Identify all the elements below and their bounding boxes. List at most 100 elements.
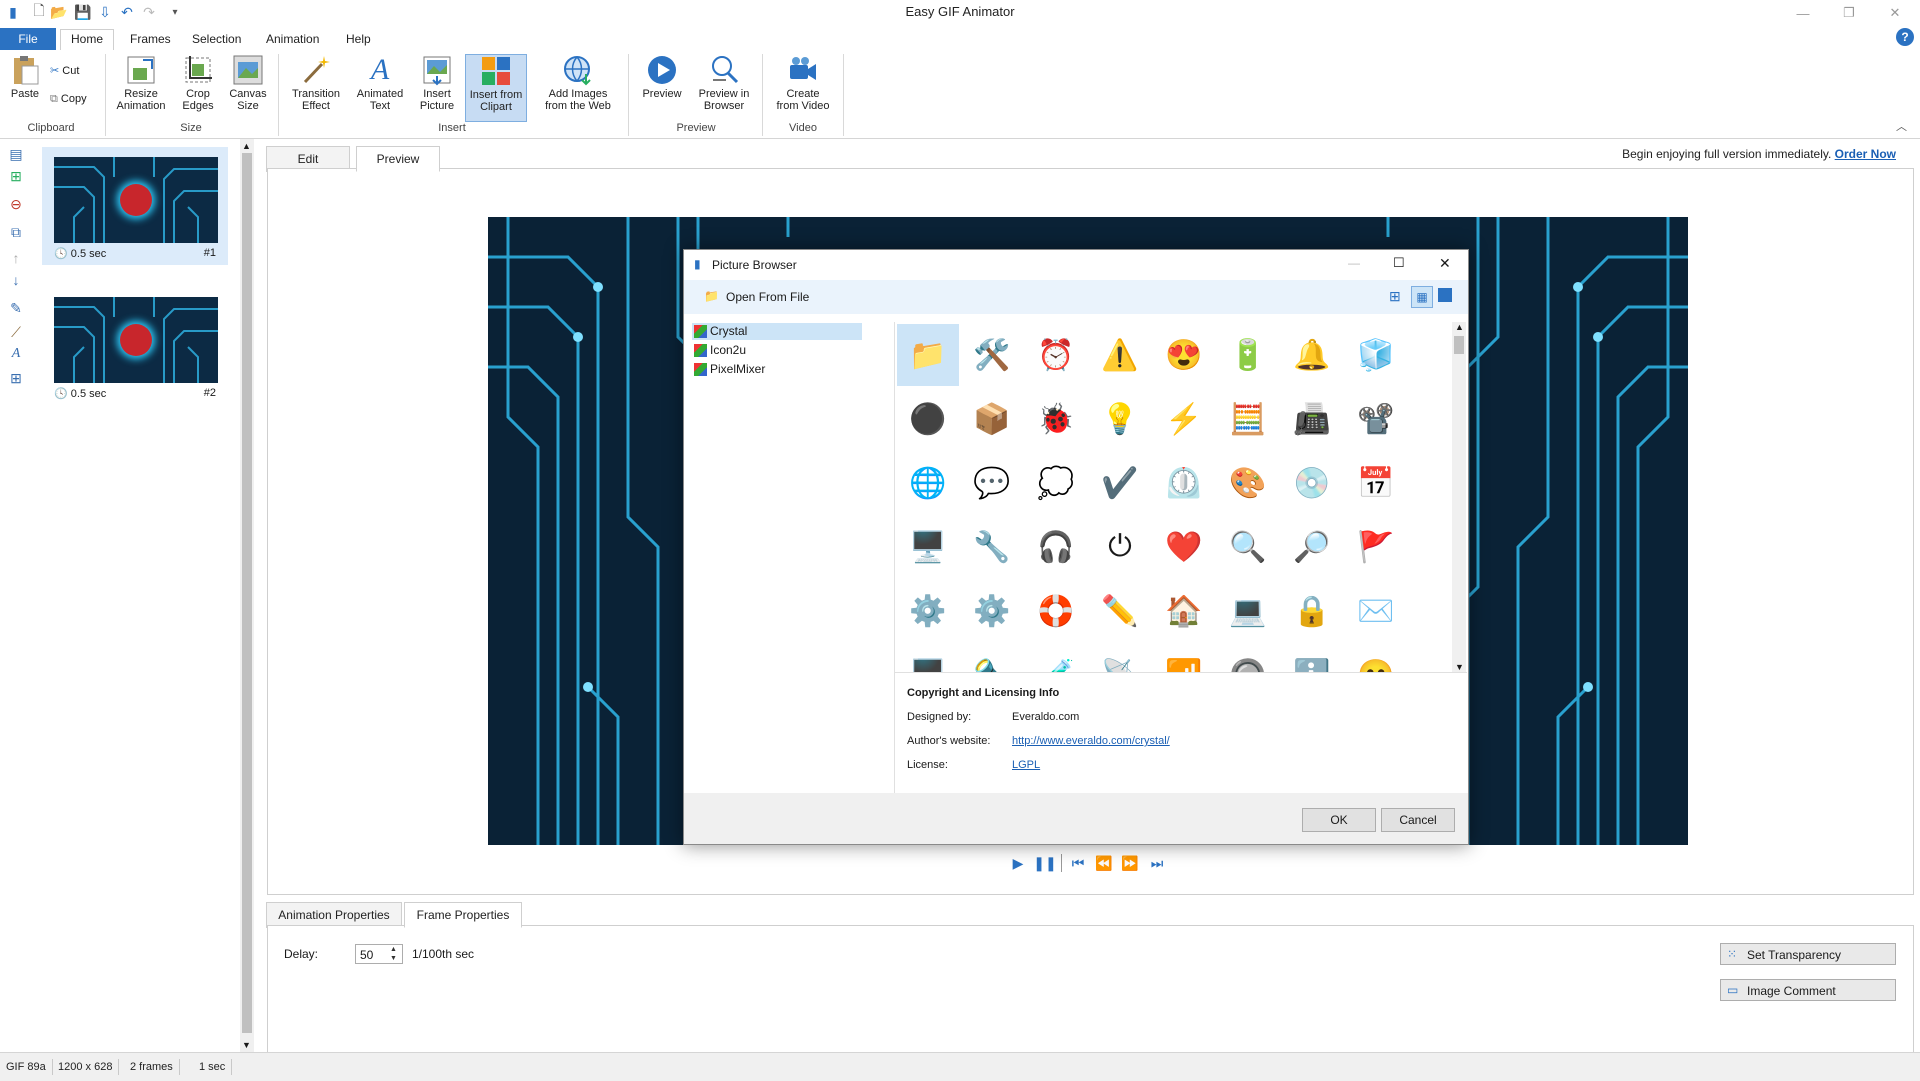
collapse-ribbon-icon[interactable]: ︿ [1896, 118, 1907, 134]
monitor-icon[interactable]: 🖥️ [897, 516, 959, 578]
cancel-button[interactable]: Cancel [1381, 808, 1455, 832]
duplicate-frame-icon[interactable]: ⧉ [7, 223, 25, 241]
emoticon-icon[interactable]: 😊 [1345, 644, 1407, 673]
package-icon[interactable]: 📦 [961, 388, 1023, 450]
ok-button[interactable]: OK [1302, 808, 1376, 832]
lightning-icon[interactable]: ⚡ [1153, 388, 1215, 450]
help-icon[interactable]: ? [1896, 28, 1914, 46]
settings-icon[interactable]: ⚙️ [961, 580, 1023, 642]
cubes-icon[interactable]: 🧊 [1345, 324, 1407, 386]
chat-bubbles-icon[interactable]: 💭 [1025, 452, 1087, 514]
bug-icon[interactable]: 🐞 [1025, 388, 1087, 450]
dialog-maximize-icon[interactable]: ☐ [1393, 255, 1405, 271]
flask-icon[interactable]: 🧪 [1025, 644, 1087, 673]
add-frame-icon[interactable]: ▤ [7, 145, 25, 163]
lifebuoy-icon[interactable]: 🛟 [1025, 580, 1087, 642]
tab-preview[interactable]: Preview [356, 146, 440, 172]
delay-stepper[interactable]: ▲ ▼ [390, 945, 402, 963]
battery-icon[interactable]: 🔋 [1217, 324, 1279, 386]
warning-icon[interactable]: ⚠️ [1089, 324, 1151, 386]
add-images-from-web-button[interactable]: Add Images from the Web [540, 54, 616, 112]
dialog-minimize-icon[interactable]: — [1348, 256, 1360, 270]
minimize-icon[interactable]: — [1780, 0, 1826, 26]
restore-icon[interactable]: ❐ [1826, 0, 1872, 26]
last-frame-icon[interactable]: ⏭ [1148, 854, 1166, 872]
insert-picture-button[interactable]: Insert Picture [414, 54, 460, 112]
antenna-icon[interactable]: 📡 [1089, 644, 1151, 673]
order-now-link[interactable]: Order Now [1835, 147, 1896, 161]
website-link[interactable]: http://www.everaldo.com/crystal/ [1012, 735, 1170, 747]
magnifier-icon[interactable]: 🔍 [1217, 516, 1279, 578]
create-from-video-button[interactable]: Create from Video [770, 54, 836, 112]
medium-icons-view-icon[interactable]: ▦ [1411, 286, 1433, 308]
power-icon[interactable]: ⏻ [1089, 516, 1151, 578]
tree-item-pixelmixer[interactable]: PixelMixer [692, 361, 862, 378]
alarm-clock-icon[interactable]: ⏰ [1025, 324, 1087, 386]
tab-help[interactable]: Help [336, 30, 381, 50]
calculator-icon[interactable]: 🧮 [1217, 388, 1279, 450]
tab-frame-properties[interactable]: Frame Properties [404, 902, 522, 928]
home-icon[interactable]: 🏠 [1153, 580, 1215, 642]
paste-button[interactable]: Paste [6, 54, 44, 100]
edit-frame-icon[interactable]: ✎ [7, 299, 25, 317]
dialog-close-icon[interactable]: ✕ [1439, 255, 1451, 272]
frame-item-1[interactable]: 🕓 0.5 sec #1 [42, 147, 228, 265]
preview-in-browser-button[interactable]: Preview in Browser [694, 54, 754, 112]
envelope-icon[interactable]: ✉️ [1345, 580, 1407, 642]
tab-home[interactable]: Home [60, 29, 115, 51]
animated-text-button[interactable]: A Animated Text [352, 54, 408, 113]
preview-button[interactable]: Preview [638, 54, 686, 100]
laptop-icon[interactable]: 💻 [1217, 580, 1279, 642]
first-frame-icon[interactable]: ⏮ [1069, 854, 1087, 872]
large-icons-view-icon[interactable] [1438, 288, 1452, 302]
move-down-icon[interactable]: ↓ [7, 271, 25, 289]
open-from-file-button[interactable]: Open From File [726, 290, 809, 304]
move-up-icon[interactable]: ↑ [7, 249, 25, 267]
set-transparency-button[interactable]: ⁙ Set Transparency [1720, 943, 1896, 965]
scroll-up-icon[interactable]: ▲ [1455, 322, 1464, 332]
crop-edges-button[interactable]: Crop Edges [175, 54, 221, 112]
insert-from-clipart-button[interactable]: Insert from Clipart [465, 54, 527, 122]
insert-frame-icon[interactable]: ⊞ [7, 167, 25, 185]
delete-frame-icon[interactable]: ⊖ [7, 195, 25, 213]
zoom-icon[interactable]: 🔎 [1281, 516, 1343, 578]
tree-item-crystal[interactable]: Crystal [692, 323, 862, 340]
play-icon[interactable]: ▶ [1009, 854, 1027, 872]
cut-button[interactable]: ✂ Cut [50, 64, 79, 77]
tab-selection[interactable]: Selection [182, 30, 251, 50]
folder-icon[interactable]: 📁 [897, 324, 959, 386]
close-icon[interactable]: ✕ [1872, 0, 1918, 26]
frames-scrollbar[interactable]: ▲ ▼ [240, 139, 254, 1052]
copy-button[interactable]: ⧉ Copy [50, 93, 87, 106]
scroll-up-icon[interactable]: ▲ [242, 141, 251, 151]
display-icon[interactable]: 🖥️ [897, 644, 959, 673]
transition-icon[interactable]: ⟋ [7, 323, 25, 341]
checkmark-icon[interactable]: ✔️ [1089, 452, 1151, 514]
frame-item-2[interactable]: 🕓 0.5 sec #2 [42, 287, 228, 405]
scroll-thumb[interactable] [1454, 336, 1464, 354]
license-link[interactable]: LGPL [1012, 759, 1040, 771]
database-icon[interactable]: 💿 [1281, 452, 1343, 514]
previous-frame-icon[interactable]: ⏪ [1095, 854, 1113, 872]
clipart-scrollbar[interactable]: ▲ ▼ [1452, 322, 1466, 672]
resize-animation-button[interactable]: Resize Animation [112, 54, 170, 112]
grid-view-icon[interactable]: ⊞ [7, 369, 25, 387]
heart-icon[interactable]: ❤️ [1153, 516, 1215, 578]
timer-icon[interactable]: ⏲️ [1153, 452, 1215, 514]
canvas-size-button[interactable]: Canvas Size [227, 54, 269, 112]
lock-icon[interactable]: 🔒 [1281, 580, 1343, 642]
flashlight-icon[interactable]: 🔦 [961, 644, 1023, 673]
projector-icon[interactable]: 📽️ [1345, 388, 1407, 450]
molecule-icon[interactable]: 🔧 [961, 516, 1023, 578]
flag-icon[interactable]: 🚩 [1345, 516, 1407, 578]
pause-icon[interactable]: ❚❚ [1033, 854, 1056, 872]
scroll-down-icon[interactable]: ▼ [1455, 662, 1464, 672]
info-icon[interactable]: ℹ️ [1281, 644, 1343, 673]
tab-animation[interactable]: Animation [256, 30, 329, 50]
globe-icon[interactable]: 🌐 [897, 452, 959, 514]
rss-icon[interactable]: 📶 [1153, 644, 1215, 673]
gear-icon[interactable]: ⚙️ [897, 580, 959, 642]
transition-effect-button[interactable]: Transition Effect [286, 54, 346, 112]
lightbulb-icon[interactable]: 💡 [1089, 388, 1151, 450]
tab-file[interactable]: File [0, 28, 56, 50]
